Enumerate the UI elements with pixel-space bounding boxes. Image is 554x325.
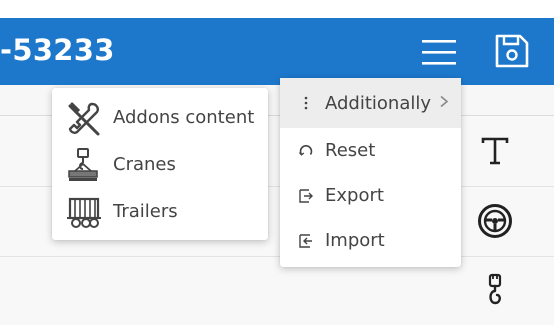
- submenu-item-cranes[interactable]: Cranes: [52, 141, 268, 188]
- reset-icon: [298, 143, 314, 159]
- crane-icon: [66, 147, 102, 183]
- chevron-right-icon: [439, 93, 449, 114]
- addons-submenu: Addons content Cranes Trailers: [52, 88, 268, 240]
- crane-hook-icon: [488, 273, 502, 305]
- tools-icon: [66, 100, 102, 136]
- page-title: -53233: [0, 33, 115, 67]
- menu-item-label: Export: [325, 185, 384, 206]
- menu-item-reset[interactable]: Reset: [280, 128, 461, 173]
- export-icon: [298, 188, 314, 204]
- text-icon: [481, 137, 509, 165]
- more-vertical-icon: [298, 95, 314, 111]
- menu-item-additionally[interactable]: Additionally: [280, 78, 461, 128]
- menu-item-export[interactable]: Export: [280, 173, 461, 218]
- crane-hook-button[interactable]: [474, 270, 516, 312]
- menu-item-label: Reset: [325, 140, 376, 161]
- steering-wheel-button[interactable]: [474, 200, 516, 242]
- row-divider: [0, 256, 554, 257]
- submenu-item-addons-content[interactable]: Addons content: [52, 94, 268, 141]
- top-strip: [0, 0, 554, 18]
- menu-item-label: Import: [325, 230, 385, 251]
- import-icon: [298, 233, 314, 249]
- menu-item-label: Additionally: [325, 92, 432, 114]
- hamburger-icon: [422, 40, 456, 65]
- app-bar: -53233: [0, 18, 554, 85]
- submenu-item-label: Cranes: [113, 154, 176, 175]
- save-button[interactable]: [488, 28, 536, 74]
- menu-item-import[interactable]: Import: [280, 218, 461, 263]
- submenu-item-trailers[interactable]: Trailers: [52, 188, 268, 235]
- submenu-item-label: Trailers: [113, 201, 178, 222]
- text-icon-button[interactable]: [474, 130, 516, 172]
- options-menu: Additionally Reset Export Import: [280, 78, 461, 267]
- submenu-item-label: Addons content: [113, 107, 255, 128]
- menu-button[interactable]: [414, 30, 464, 74]
- trailer-icon: [66, 194, 102, 230]
- steering-wheel-icon: [478, 204, 512, 238]
- save-icon: [495, 34, 529, 68]
